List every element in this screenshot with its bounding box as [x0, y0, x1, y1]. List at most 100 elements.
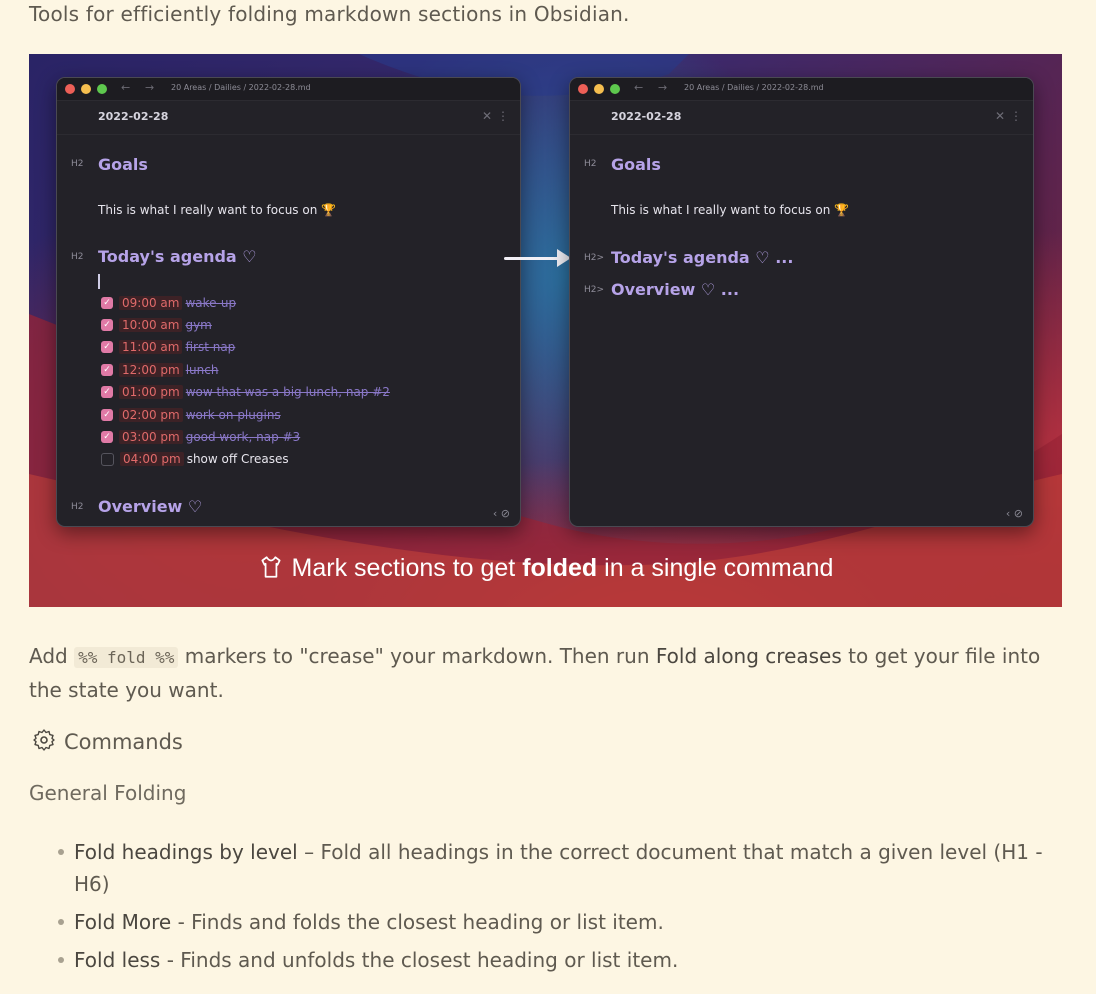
bullet-icon: [58, 849, 64, 855]
list-item: Fold More - Finds and folds the closest …: [58, 906, 1068, 938]
task-time: 12:00 pm: [119, 362, 183, 377]
task-text[interactable]: work on plugins: [186, 408, 281, 422]
task-time: 10:00 am: [119, 317, 183, 332]
gear-icon: [33, 729, 55, 751]
preview-banner: ← → 20 Areas / Dailies / 2022-02-28.md 2…: [29, 54, 1062, 607]
separator: –: [297, 840, 321, 864]
window-titlebar: ← → 20 Areas / Dailies / 2022-02-28.md: [57, 78, 520, 101]
commands-heading: Commands: [32, 728, 183, 754]
caption-bold-text: folded: [522, 554, 598, 582]
text-cursor: [98, 274, 100, 289]
command-description: Finds and unfolds the closest heading or…: [180, 948, 679, 972]
more-options-icon[interactable]: ⋮: [1010, 109, 1022, 123]
arrow-line: [504, 257, 562, 260]
list-item: Fold less - Finds and unfolds the closes…: [58, 944, 1068, 976]
shirt-icon: [261, 556, 281, 578]
task-text[interactable]: first nap: [185, 340, 235, 354]
close-dot-icon[interactable]: [578, 84, 588, 94]
checked-checkbox-icon[interactable]: ✓: [101, 408, 113, 421]
task-time: 03:00 pm: [119, 429, 183, 444]
agenda-heading-folded[interactable]: Today's agenda ♡ ...: [611, 248, 793, 267]
overview-heading-folded[interactable]: Overview ♡ ...: [611, 280, 739, 299]
paragraph-text: markers to "crease" your markdown. Then …: [178, 644, 656, 668]
more-options-icon[interactable]: ⋮: [497, 109, 509, 123]
intro-text: Tools for efficiently folding markdown s…: [29, 2, 630, 26]
obsidian-window-folded: ← → 20 Areas / Dailies / 2022-02-28.md 2…: [569, 77, 1034, 527]
back-arrow-icon[interactable]: ←: [634, 81, 643, 94]
goals-heading[interactable]: Goals: [611, 155, 661, 174]
task-text[interactable]: gym: [185, 318, 211, 332]
task-item: ✓ 10:00 am gym: [101, 317, 212, 335]
task-text[interactable]: wake-up: [185, 296, 236, 310]
overview-heading[interactable]: Overview ♡: [98, 497, 202, 516]
task-text[interactable]: good work, nap #3: [186, 430, 300, 444]
goals-text[interactable]: This is what I really want to focus on 🏆: [98, 203, 336, 217]
task-item: ✓ 11:00 am first nap: [101, 340, 235, 358]
heading-level-marker: H2: [71, 159, 84, 169]
task-text[interactable]: wow that was a big lunch, nap #2: [186, 385, 390, 399]
caption-text-start: Mark sections to get: [291, 554, 523, 582]
command-description: Finds and folds the closest heading or l…: [191, 910, 664, 934]
separator: -: [171, 910, 192, 934]
breadcrumb[interactable]: 20 Areas / Dailies / 2022-02-28.md: [171, 83, 311, 92]
unchecked-checkbox-icon[interactable]: [101, 452, 114, 466]
task-item: ✓ 01:00 pm wow that was a big lunch, nap #…: [101, 385, 390, 403]
caption-text-end: in a single command: [597, 554, 834, 582]
checked-checkbox-icon[interactable]: ✓: [101, 363, 113, 376]
close-icon[interactable]: ✕: [995, 109, 1005, 123]
goals-heading[interactable]: Goals: [98, 155, 148, 174]
task-time: 09:00 am: [119, 295, 183, 310]
task-text[interactable]: lunch: [186, 363, 219, 377]
maximize-dot-icon[interactable]: [97, 84, 107, 94]
command-name: Fold along creases: [655, 644, 842, 668]
note-title[interactable]: 2022-02-28: [98, 110, 168, 123]
back-arrow-icon[interactable]: ←: [121, 81, 130, 94]
folded-heading-marker[interactable]: H2>: [584, 253, 604, 263]
task-item: ✓ 12:00 pm lunch: [101, 362, 218, 380]
close-dot-icon[interactable]: [65, 84, 75, 94]
forward-arrow-icon[interactable]: →: [658, 81, 667, 94]
commands-label: Commands: [64, 730, 183, 754]
checked-checkbox-icon[interactable]: ✓: [101, 430, 113, 443]
folded-heading-marker[interactable]: H2>: [584, 285, 604, 295]
forward-arrow-icon[interactable]: →: [145, 81, 154, 94]
banner-caption: Mark sections to get folded in a single …: [29, 554, 1062, 583]
task-time: 11:00 am: [119, 340, 183, 355]
task-time: 04:00 pm: [120, 452, 184, 467]
bullet-icon: [58, 919, 64, 925]
paragraph-text: Add: [29, 644, 75, 668]
window-titlebar: ← → 20 Areas / Dailies / 2022-02-28.md: [570, 78, 1033, 101]
heading-level-marker: H2: [71, 502, 84, 512]
command-name: Fold less: [74, 948, 161, 972]
separator: -: [160, 948, 181, 972]
maximize-dot-icon[interactable]: [610, 84, 620, 94]
note-title[interactable]: 2022-02-28: [611, 110, 681, 123]
minimize-dot-icon[interactable]: [81, 84, 91, 94]
task-item: 04:00 pm show off Creases: [101, 452, 289, 470]
task-item: ✓ 03:00 pm good work, nap #3: [101, 429, 300, 447]
commands-list: Fold headings by level – Fold all headin…: [58, 836, 1068, 982]
task-time: 01:00 pm: [119, 385, 183, 400]
usage-paragraph: Add %% fold %% markers to "crease" your …: [29, 640, 1069, 707]
task-item: ✓ 09:00 am wake-up: [101, 295, 236, 313]
checked-checkbox-icon[interactable]: ✓: [101, 386, 113, 399]
command-name: Fold headings by level: [74, 840, 298, 864]
footer-controls-icon[interactable]: ‹ ⊘: [1006, 507, 1023, 520]
bullet-icon: [58, 957, 64, 963]
footer-controls-icon[interactable]: ‹ ⊘: [493, 507, 510, 520]
minimize-dot-icon[interactable]: [594, 84, 604, 94]
obsidian-window-unfolded: ← → 20 Areas / Dailies / 2022-02-28.md 2…: [56, 77, 521, 527]
checked-checkbox-icon[interactable]: ✓: [101, 296, 113, 309]
inline-code: %% fold %%: [74, 647, 179, 668]
goals-text[interactable]: This is what I really want to focus on 🏆: [611, 203, 849, 217]
close-icon[interactable]: ✕: [482, 109, 492, 123]
agenda-heading[interactable]: Today's agenda ♡: [98, 247, 257, 266]
command-name: Fold More: [74, 910, 172, 934]
checked-checkbox-icon[interactable]: ✓: [101, 318, 113, 331]
task-text[interactable]: show off Creases: [187, 452, 289, 466]
checked-checkbox-icon[interactable]: ✓: [101, 341, 113, 354]
task-item: ✓ 02:00 pm work on plugins: [101, 407, 281, 425]
breadcrumb[interactable]: 20 Areas / Dailies / 2022-02-28.md: [684, 83, 824, 92]
heading-level-marker: H2: [71, 252, 84, 262]
task-time: 02:00 pm: [119, 407, 183, 422]
